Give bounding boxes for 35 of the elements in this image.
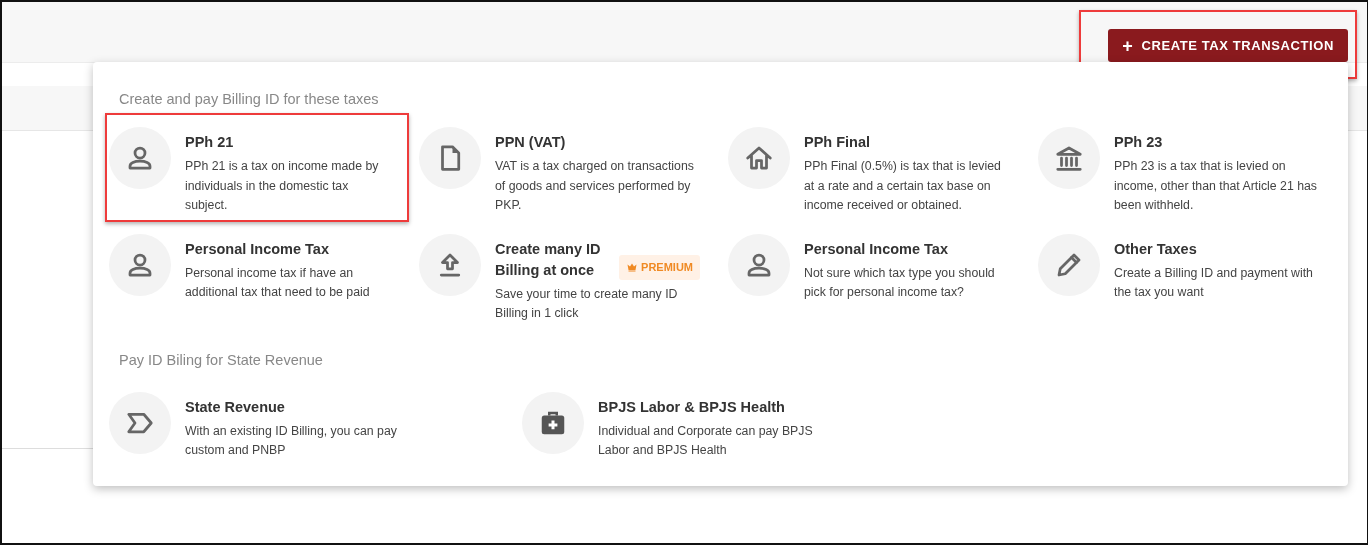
premium-badge: PREMIUM	[619, 254, 700, 280]
option-title: BPJS Labor & BPJS Health	[598, 397, 785, 417]
option-description: Create a Billing ID and payment with the tax you want	[1114, 264, 1314, 301]
option-title: Create many ID Billing at once	[495, 239, 602, 280]
tax-option[interactable]: PPh 21 PPh 21 is a tax on income made by individuals in the domestic tax subject.	[105, 113, 409, 222]
option-description: PPh 21 is a tax on income made by individuals in the domestic tax subject.	[185, 158, 380, 214]
tax-option[interactable]: PPN (VAT) VAT is a tax charged on transactions of goods and services performed by PKP.	[415, 113, 719, 222]
option-description: Individual and Corporate can pay BPJS Labor and BPJS Health	[598, 422, 813, 459]
tax-option[interactable]: BPJS Labor & BPJS Health Individual and Corporate can pay BPJS Labor and BPJS Health	[518, 389, 822, 467]
option-title: Personal Income Tax	[185, 239, 329, 259]
option-title: PPh 21	[185, 133, 234, 152]
tax-option[interactable]: State Revenue With an existing ID Billing, you can pay custom and PNBP	[105, 389, 409, 467]
option-description: PPh Final (0.5%) is tax that is levied at a rate and a certain tax base on income received or obtained.	[804, 158, 1002, 214]
crown-icon	[626, 261, 639, 273]
tax-option[interactable]: Create many ID Billing at once PREMIUM Save your time to create many ID Billing in 1 click	[415, 221, 719, 330]
tax-option[interactable]: Other Taxes Create a Billing ID and payment with the tax you want	[1034, 221, 1338, 330]
option-title: PPN (VAT)	[495, 133, 566, 152]
option-description: With an existing ID Billing, you can pay custom and PNBP	[185, 422, 398, 459]
option-description: Not sure which tax type you should pick for personal income tax?	[804, 264, 996, 301]
section-heading: Create and pay Billing ID for these taxes	[119, 91, 380, 107]
option-description: Personal income tax if have an additional tax that need to be paid	[185, 264, 371, 301]
create-tax-transaction-button[interactable]: + CREATE TAX TRANSACTION	[1108, 29, 1348, 62]
option-title: PPh 23	[1114, 133, 1163, 152]
option-title: State Revenue	[185, 397, 285, 417]
option-description: PPh 23 is a tax that is levied on income, other than that Article 21 has been withheld.	[1114, 158, 1319, 214]
tax-option[interactable]: Personal Income Tax Not sure which tax type you should pick for personal income tax?	[724, 221, 1028, 330]
option-description: Save your time to create many ID Billing in 1 click	[495, 285, 679, 322]
option-title: Other Taxes	[1114, 239, 1197, 259]
tax-option[interactable]: PPh 23 PPh 23 is a tax that is levied on income, other than that Article 21 has been withheld.	[1034, 113, 1338, 222]
option-description: VAT is a tax charged on transactions of goods and services performed by PKP.	[495, 158, 695, 214]
tax-option[interactable]: Personal Income Tax Personal income tax if have an additional tax that need to be paid	[105, 221, 409, 330]
option-title: PPh Final	[804, 133, 871, 152]
section-heading: Pay ID Biling for State Revenue	[119, 351, 324, 368]
tax-option[interactable]: PPh Final PPh Final (0.5%) is tax that is levied at a rate and a certain tax base on income received or obtained.	[724, 113, 1028, 222]
option-title: Personal Income Tax	[804, 239, 948, 259]
